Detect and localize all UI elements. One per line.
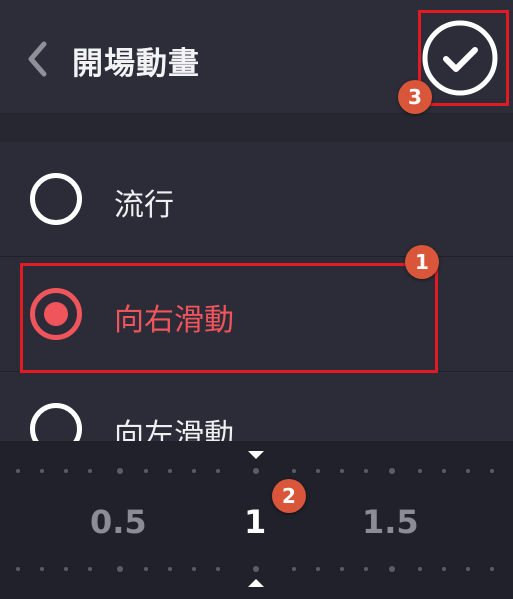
- ruler-bottom-dots: [16, 566, 494, 572]
- header-divider: [0, 113, 513, 143]
- speed-ruler[interactable]: 0.5 1 1.5: [0, 441, 513, 599]
- annotation-box-3: [418, 10, 509, 106]
- annotation-box-1: [20, 263, 438, 373]
- radio-button[interactable]: [30, 403, 82, 442]
- tick-label-current[interactable]: 1: [244, 503, 266, 541]
- option-label: 流行: [114, 188, 174, 223]
- annotation-badge-2: 2: [272, 479, 306, 513]
- chevron-left-icon: [28, 41, 47, 77]
- ruler-top-pointer-icon: [248, 451, 264, 459]
- radio-button[interactable]: [30, 173, 82, 225]
- option-label: 向左滑動: [114, 418, 234, 442]
- page-title: 開場動畫: [72, 46, 200, 82]
- option-row-popular[interactable]: 流行: [0, 142, 513, 257]
- annotation-badge-3: 3: [398, 80, 432, 114]
- back-button[interactable]: [24, 38, 54, 80]
- annotation-badge-1: 1: [405, 245, 439, 279]
- ruler-top-dots: [16, 468, 494, 474]
- tick-label[interactable]: 1.5: [362, 503, 419, 541]
- tick-label[interactable]: 0.5: [90, 503, 147, 541]
- option-row-slide-left[interactable]: 向左滑動: [0, 372, 513, 442]
- ruler-bottom-pointer-icon: [248, 579, 264, 587]
